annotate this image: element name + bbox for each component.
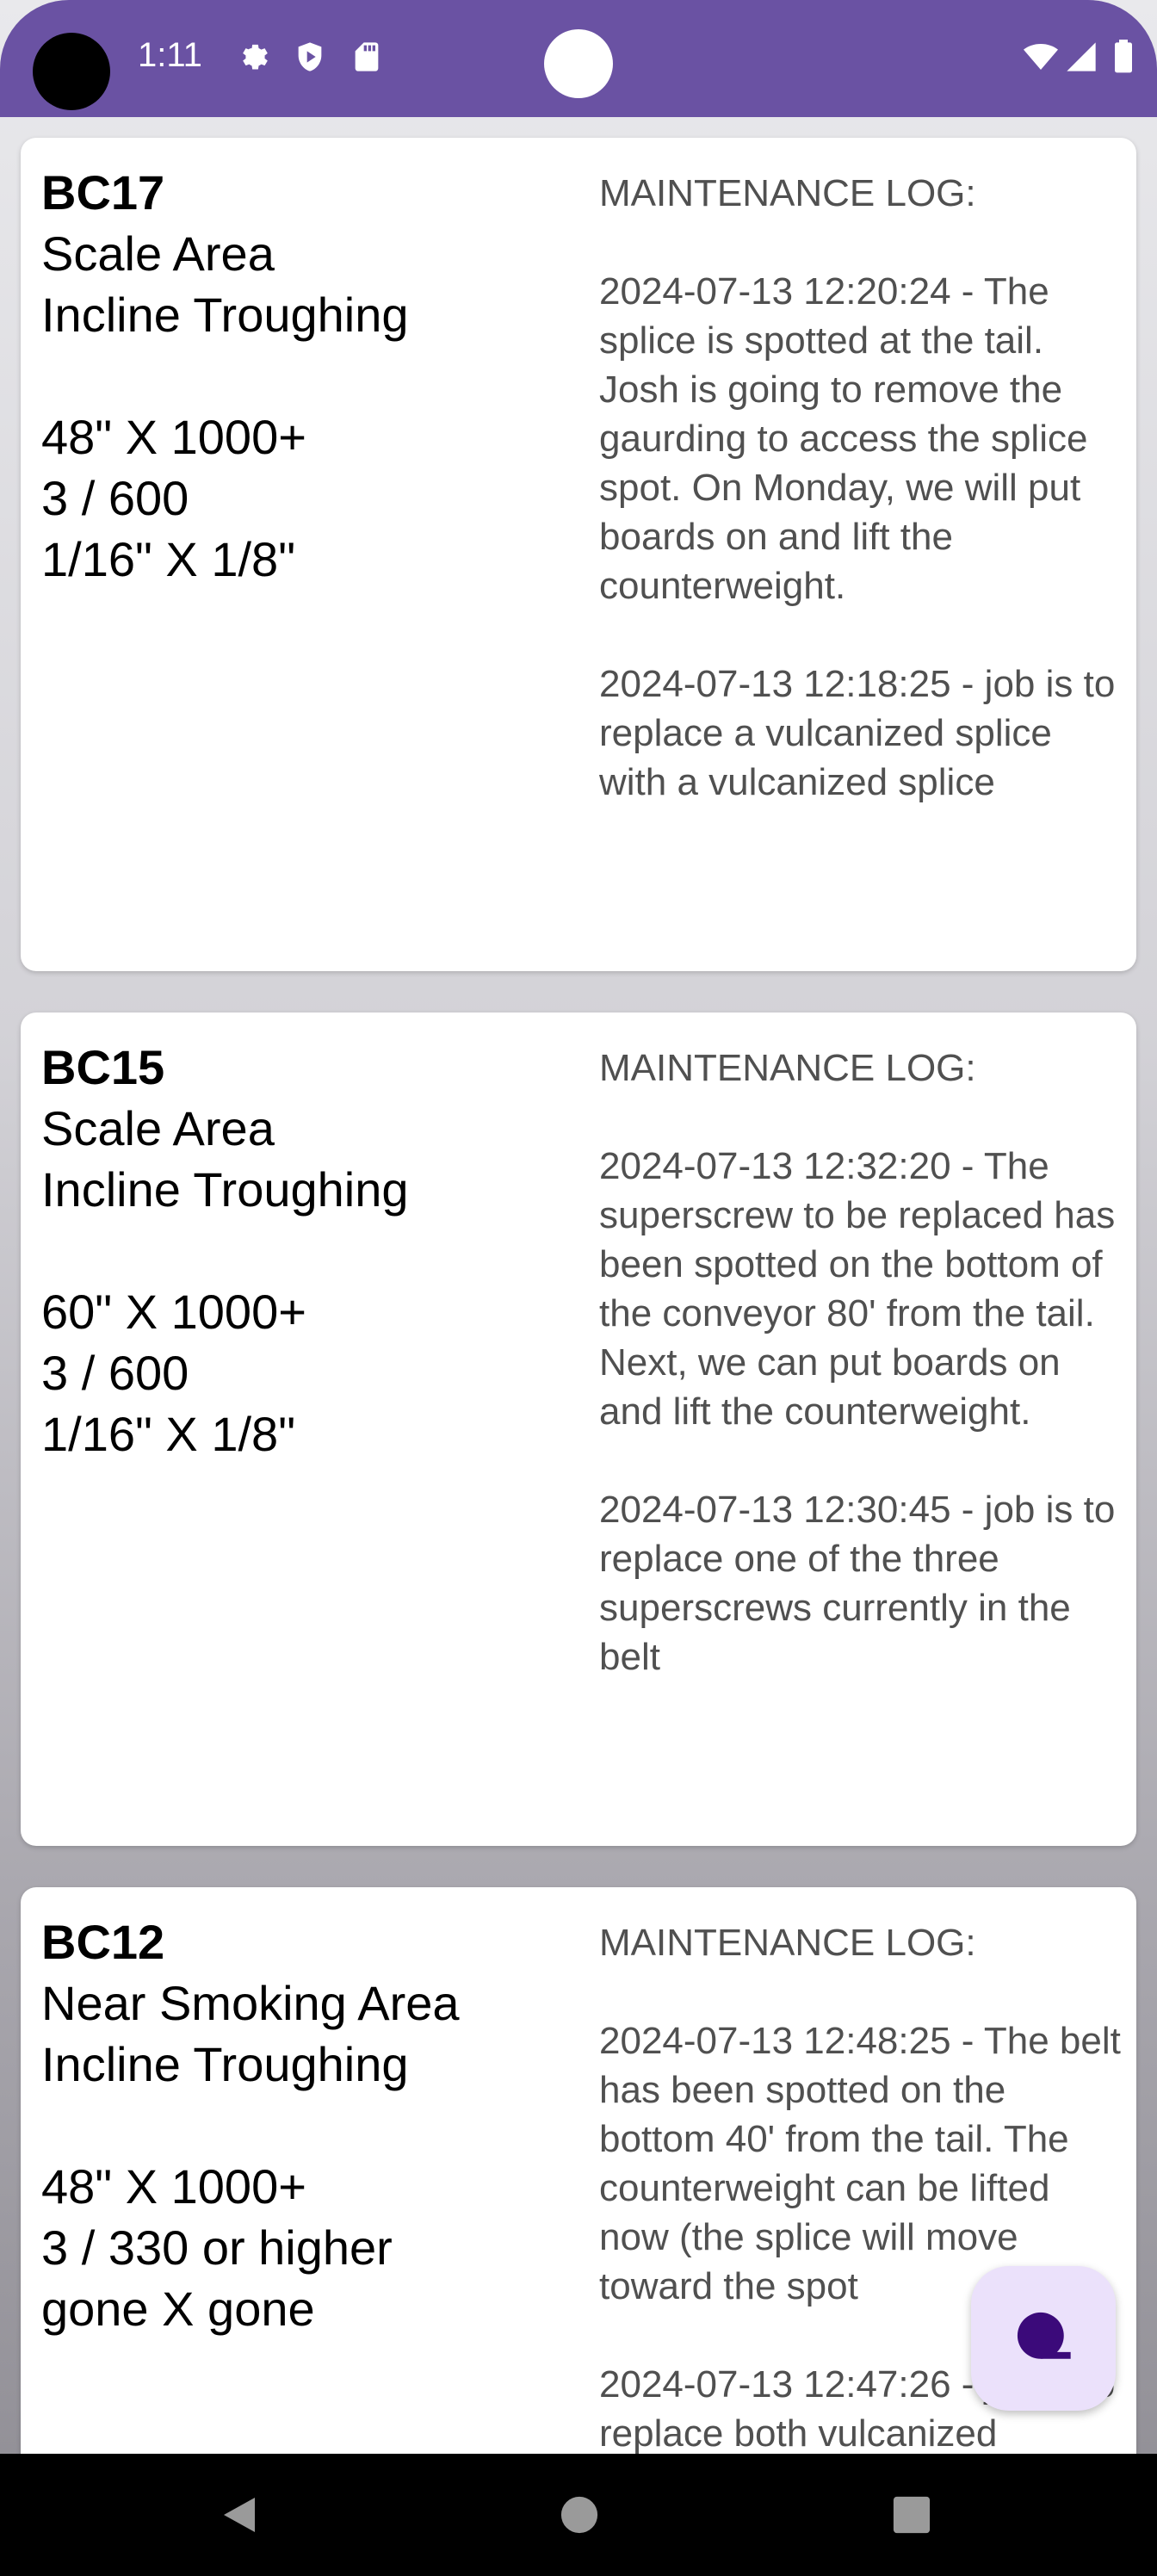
conveyor-details: BC15 Scale Area Incline Troughing 60" X … (41, 1037, 575, 1464)
conveyor-card[interactable]: BC17 Scale Area Incline Troughing 48" X … (21, 138, 1136, 971)
ply-rating: 3 / 600 (41, 471, 189, 525)
conveyor-details: BC17 Scale Area Incline Troughing 48" X … (41, 162, 575, 590)
maintenance-log: MAINTENANCE LOG: 2024-07-13 12:20:24 - T… (599, 169, 1126, 856)
maintenance-log-title: MAINTENANCE LOG: (599, 1047, 976, 1089)
navigation-bar (0, 2454, 1157, 2576)
conveyor-area: Near Smoking Area (41, 1976, 460, 2030)
sd-card-icon (355, 42, 379, 71)
status-bar: 1:11 (0, 0, 1157, 117)
conveyor-card[interactable]: BC15 Scale Area Incline Troughing 60" X … (21, 1012, 1136, 1846)
conveyor-id: BC15 (41, 1040, 165, 1094)
center-indicator (544, 29, 613, 98)
maintenance-log-title: MAINTENANCE LOG: (599, 172, 976, 214)
signal-icon (1067, 42, 1096, 71)
conveyor-list[interactable]: BC17 Scale Area Incline Troughing 48" X … (0, 117, 1157, 2454)
maintenance-log-title: MAINTENANCE LOG: (599, 1922, 976, 1964)
belt-size: 48" X 1000+ (41, 2159, 306, 2214)
log-entry: 2024-07-13 12:30:45 - job is to replace … (599, 1489, 1116, 1678)
recents-button[interactable] (859, 2454, 962, 2576)
home-button[interactable] (527, 2454, 630, 2576)
conveyor-area: Scale Area (41, 226, 275, 281)
back-icon (224, 2498, 255, 2532)
conveyor-id: BC12 (41, 1915, 165, 1969)
conveyor-type: Incline Troughing (41, 2037, 409, 2091)
conveyor-type: Incline Troughing (41, 288, 409, 342)
conveyor-id: BC17 (41, 165, 165, 220)
cover-thickness: gone X gone (41, 2282, 315, 2336)
maintenance-log: MAINTENANCE LOG: 2024-07-13 12:32:20 - T… (599, 1043, 1126, 1731)
conveyor-card[interactable]: BC12 Near Smoking Area Incline Troughing… (21, 1887, 1136, 2454)
camera-cutout (33, 33, 110, 110)
conveyor-area: Scale Area (41, 1101, 275, 1155)
belt-size: 48" X 1000+ (41, 410, 306, 464)
ply-rating: 3 / 330 or higher (41, 2220, 393, 2275)
conveyor-details: BC12 Near Smoking Area Incline Troughing… (41, 1911, 575, 2339)
ply-rating: 3 / 600 (41, 1346, 189, 1400)
log-entry: 2024-07-13 12:18:25 - job is to replace … (599, 663, 1116, 803)
conveyor-type: Incline Troughing (41, 1162, 409, 1217)
back-button[interactable] (189, 2454, 293, 2576)
recents-icon (893, 2496, 931, 2534)
status-time: 1:11 (138, 36, 202, 74)
log-entry: 2024-07-13 12:20:24 - The splice is spot… (599, 270, 1088, 607)
belt-size: 60" X 1000+ (41, 1285, 306, 1339)
wifi-icon (1024, 44, 1058, 70)
home-icon (560, 2496, 598, 2534)
shield-icon (298, 42, 322, 71)
log-entry: 2024-07-13 12:32:20 - The superscrew to … (599, 1145, 1116, 1433)
cover-thickness: 1/16" X 1/8" (41, 532, 296, 586)
battery-icon (1115, 40, 1132, 73)
cover-thickness: 1/16" X 1/8" (41, 1407, 296, 1461)
chat-bubble-icon (1017, 2312, 1071, 2359)
chat-fab-button[interactable] (971, 2266, 1116, 2411)
gear-icon (243, 44, 268, 70)
